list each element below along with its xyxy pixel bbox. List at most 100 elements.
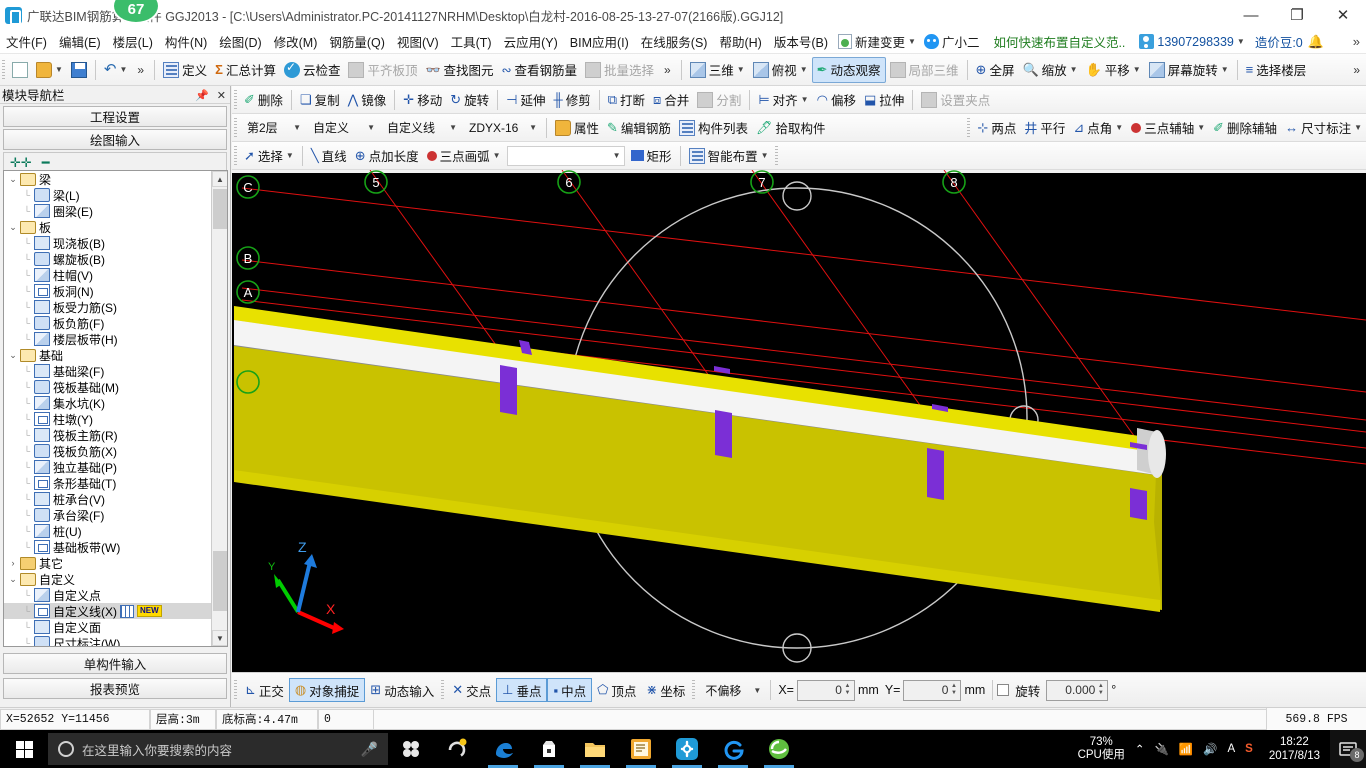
three-d-button[interactable]: 三维 ▼ xyxy=(686,57,749,83)
taskbar-clock[interactable]: 18:22 2017/8/13 xyxy=(1263,735,1326,763)
draw-toolbar-grip[interactable] xyxy=(234,145,237,166)
find-element-button[interactable]: 👓 查找图元 xyxy=(421,57,497,83)
tree-item[interactable]: └ 螺旋板(B) xyxy=(4,251,213,267)
wifi-icon[interactable]: 📶 xyxy=(1179,742,1193,756)
scroll-thumb-2[interactable] xyxy=(213,551,227,611)
view-rebar-qty-button[interactable]: ∾ 查看钢筋量 xyxy=(497,57,581,83)
point-angle-axis-button[interactable]: ⊿ 点角 ▼ xyxy=(1069,115,1127,141)
type-chevron-down-icon[interactable]: ▼ xyxy=(449,123,457,132)
component-tree[interactable]: ⌄ 梁 └ 梁(L) └ 圈梁(E) ⌄ 板 └ 现浇板(B) └ 螺旋板(B) └ 柱帽(V) └ 板洞(N… xyxy=(3,170,228,647)
smart-layout-button[interactable]: 智能布置 ▼ xyxy=(685,143,773,169)
ie-green-icon[interactable] xyxy=(756,730,802,768)
category-select[interactable]: 自定义 ▼ xyxy=(308,118,378,138)
offset-y-spinner[interactable]: ▲ ▼ xyxy=(948,681,959,700)
microsoft-store-icon[interactable] xyxy=(526,730,572,768)
tree-item[interactable]: └ 独立基础(P) xyxy=(4,459,213,475)
sogou-pinyin-icon[interactable] xyxy=(388,730,434,768)
tree-scrollbar[interactable]: ▲ ▼ xyxy=(211,171,227,646)
offset-chevron-down-icon[interactable]: ▼ xyxy=(753,686,761,695)
draw-options-chevron-down-icon[interactable]: ▼ xyxy=(613,151,621,160)
three-point-axis-button[interactable]: 三点辅轴 ▼ xyxy=(1127,115,1209,141)
glodon-app-icon[interactable] xyxy=(664,730,710,768)
screen-rotate-chevron-down-icon[interactable]: ▼ xyxy=(1221,65,1229,74)
snap-vertex-toggle[interactable]: ⬠ 顶点 xyxy=(592,678,641,702)
tree-item[interactable]: └ 条形基础(T) xyxy=(4,475,213,491)
undo-chevron-down-icon[interactable]: ▼ xyxy=(120,65,128,74)
battery-icon[interactable]: 🔌 xyxy=(1155,742,1169,756)
chevron-down-icon[interactable]: ⌄ xyxy=(6,174,20,185)
tree-item[interactable]: └ 梁(L) xyxy=(4,187,213,203)
tree-item[interactable]: └ 圈梁(E) xyxy=(4,203,213,219)
draw-options-select[interactable]: ▼ xyxy=(506,145,625,166)
add-component-icon[interactable]: ✛✛ xyxy=(10,155,32,171)
open-chevron-down-icon[interactable]: ▼ xyxy=(55,65,63,74)
select-tool-chevron-down-icon[interactable]: ▼ xyxy=(286,151,294,160)
menu-component[interactable]: 构件(N) xyxy=(159,29,213,54)
viewport-canvas[interactable]: C B A 5 6 7 8 X Y Z xyxy=(232,170,1366,672)
floor-select[interactable]: 第2层 ▼ xyxy=(242,118,304,138)
rectangle-tool-button[interactable]: 矩形 xyxy=(627,143,676,169)
category-chevron-down-icon[interactable]: ▼ xyxy=(367,123,375,132)
dimension-button[interactable]: ↔ 尺寸标注 ▼ xyxy=(1281,115,1366,141)
extend-button[interactable]: ⊣ 延伸 xyxy=(502,87,549,113)
delete-button[interactable]: ✐ 删除 xyxy=(240,87,287,113)
merge-button[interactable]: ⧈ 合并 xyxy=(649,87,693,113)
tree-item[interactable]: └ 自定义线(X) NEW xyxy=(4,603,213,619)
chevron-down-icon[interactable]: ⌄ xyxy=(6,574,20,585)
screen-rotate-button[interactable]: 屏幕旋转 ▼ xyxy=(1145,57,1233,83)
align-slab-top-button[interactable]: 平齐板顶 xyxy=(344,57,421,83)
file-explorer-icon[interactable] xyxy=(572,730,618,768)
toolbar-overflow-mid[interactable]: » xyxy=(658,63,677,77)
set-grip-point-button[interactable]: 设置夹点 xyxy=(917,87,994,113)
dimension-chevron-down-icon[interactable]: ▼ xyxy=(1354,123,1362,132)
minimize-button[interactable]: — xyxy=(1228,0,1274,30)
zoom-chevron-down-icon[interactable]: ▼ xyxy=(1070,65,1078,74)
menu-overflow-button[interactable]: » xyxy=(1347,34,1366,49)
close-button[interactable]: ✕ xyxy=(1320,0,1366,30)
menu-online-service[interactable]: 在线服务(S) xyxy=(635,29,714,54)
dynamic-orbit-button[interactable]: ✒ 动态观察 xyxy=(811,56,886,83)
three-point-arc-chevron-down-icon[interactable]: ▼ xyxy=(493,151,501,160)
edit-toolbar-grip[interactable] xyxy=(234,89,237,110)
close-icon[interactable]: ✕ xyxy=(217,89,226,102)
new-file-button[interactable] xyxy=(8,57,32,83)
component-list-button[interactable]: 构件列表 xyxy=(675,115,752,141)
sogou-tray-icon[interactable]: S xyxy=(1245,743,1253,755)
microphone-icon[interactable]: 🎤 xyxy=(361,741,378,758)
dynamic-input-toggle[interactable]: ⊞ 动态输入 xyxy=(365,678,439,702)
toolbar-grip[interactable] xyxy=(2,59,5,80)
cloud-check-button[interactable]: 云检查 xyxy=(280,57,345,83)
menu-cloud-app[interactable]: 云应用(Y) xyxy=(498,29,564,54)
account-chevron-down-icon[interactable]: ▼ xyxy=(1237,37,1245,46)
tree-item[interactable]: └ 自定义点 xyxy=(4,587,213,603)
tree-item[interactable]: └ 自定义面 xyxy=(4,619,213,635)
menu-edit[interactable]: 编辑(E) xyxy=(53,29,107,54)
taskbar-search-input[interactable]: 在这里输入你要搜索的内容 🎤 xyxy=(48,733,388,765)
local-3d-button[interactable]: 局部三维 xyxy=(886,57,963,83)
3d-viewport[interactable]: C B A 5 6 7 8 X Y Z xyxy=(232,170,1366,672)
notes-app-icon[interactable] xyxy=(618,730,664,768)
pick-component-button[interactable]: 🖊 拾取构件 xyxy=(752,115,830,141)
undo-button[interactable]: ↶ ▼ xyxy=(100,57,132,83)
tree-folder[interactable]: ⌄ 自定义 xyxy=(4,571,213,587)
save-file-button[interactable] xyxy=(67,57,91,83)
tree-item[interactable]: └ 板受力筋(S) xyxy=(4,299,213,315)
remove-component-icon[interactable]: ━ xyxy=(42,155,50,171)
object-snap-toggle[interactable]: ◍ 对象捕捉 xyxy=(288,678,366,702)
tree-folder[interactable]: ⌄ 梁 xyxy=(4,171,213,187)
rotate-checkbox[interactable] xyxy=(997,684,1010,696)
cpu-usage-indicator[interactable]: 73% CPU使用 xyxy=(1078,736,1125,762)
split-button[interactable]: 分割 xyxy=(693,87,745,113)
tree-item[interactable]: └ 现浇板(B) xyxy=(4,235,213,251)
account-phone[interactable]: 13907298339 ▼ xyxy=(1135,34,1248,49)
menu-floor[interactable]: 楼层(L) xyxy=(107,29,159,54)
menu-rebar-qty[interactable]: 钢筋量(Q) xyxy=(323,29,391,54)
open-file-button[interactable]: ▼ xyxy=(32,57,67,83)
member-chevron-down-icon[interactable]: ▼ xyxy=(529,123,537,132)
menu-help[interactable]: 帮助(H) xyxy=(713,29,767,54)
scroll-thumb[interactable] xyxy=(213,189,227,229)
tree-item[interactable]: └ 筏板主筋(R) xyxy=(4,427,213,443)
promo-tip-link[interactable]: 如何快速布置自定义范.. xyxy=(983,32,1135,51)
parallel-axis-button[interactable]: 井平行 xyxy=(1020,115,1069,141)
tree-item[interactable]: └ 基础板带(W) xyxy=(4,539,213,555)
